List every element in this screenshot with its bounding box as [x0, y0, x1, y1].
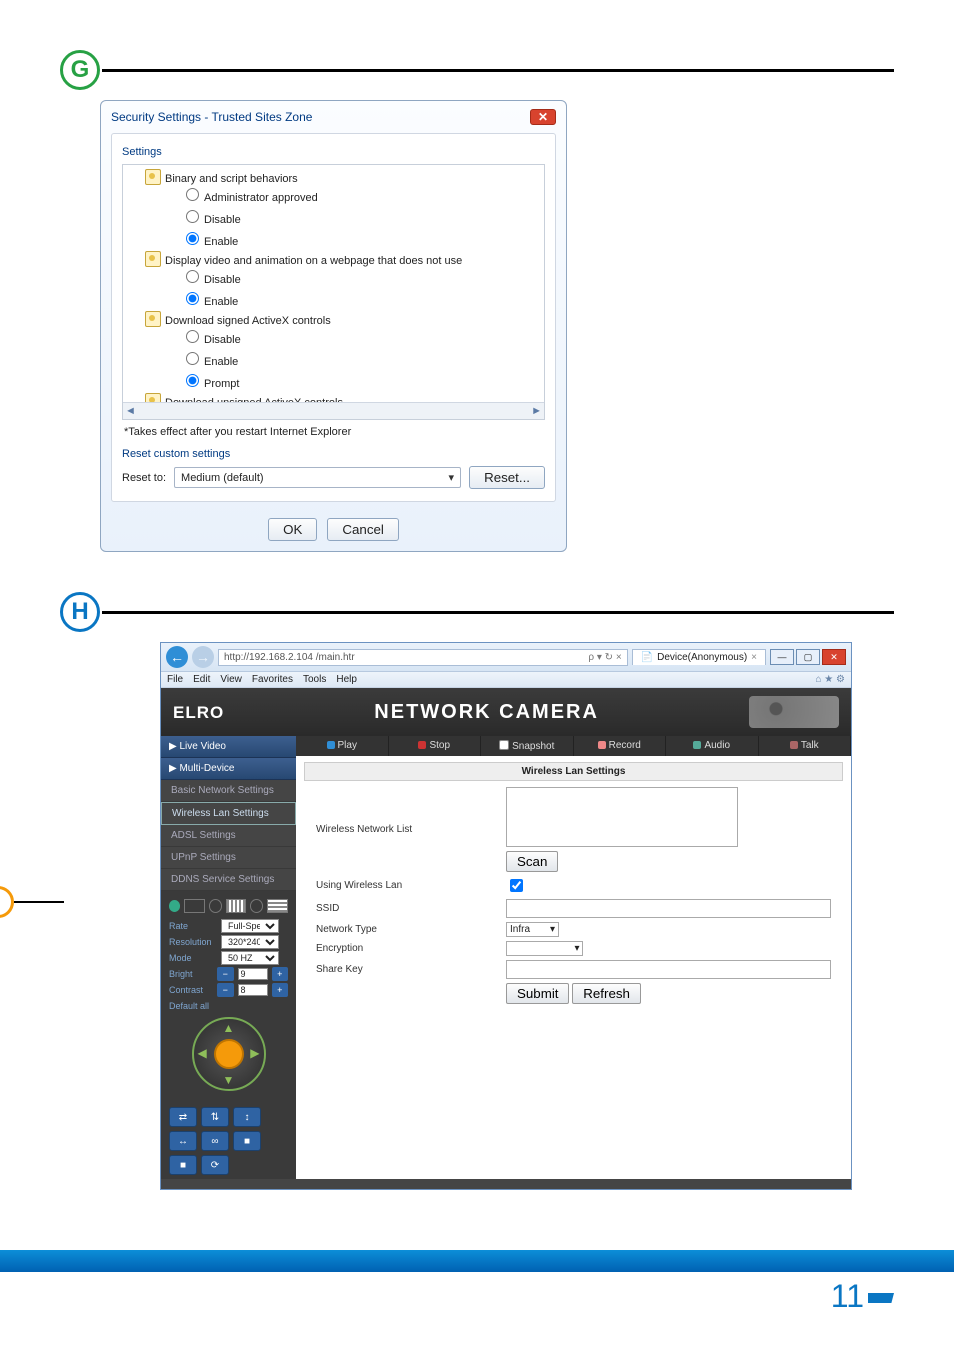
restart-note: *Takes effect after you restart Internet… — [124, 426, 543, 438]
activex-icon — [145, 311, 161, 327]
reset-level-select[interactable]: Medium (default)▾ — [174, 467, 461, 488]
section-marker-g: G — [60, 50, 100, 90]
page-title: NETWORK CAMERA — [374, 702, 599, 722]
encryption-select[interactable]: ▾ — [506, 941, 583, 956]
browser-tab[interactable]: 📄 Device(Anonymous) × — [632, 649, 766, 665]
section-rule — [102, 611, 894, 614]
section-rule — [102, 69, 894, 72]
horizontal-scrollbar[interactable]: ◄► — [123, 402, 544, 419]
chevron-down-icon: ▾ — [449, 471, 455, 484]
minus-icon[interactable]: − — [217, 967, 234, 981]
ssid-input[interactable] — [506, 899, 831, 918]
record-button[interactable]: Record — [574, 736, 667, 756]
default-all-link[interactable]: Default all — [169, 1001, 288, 1011]
contrast-input[interactable] — [238, 984, 268, 996]
settings-tree[interactable]: Binary and script behaviors Administrato… — [122, 164, 545, 420]
resolution-select[interactable]: 320*240 — [221, 935, 279, 949]
security-settings-dialog: Security Settings - Trusted Sites Zone ✕… — [100, 100, 567, 552]
network-type-select[interactable]: Infra▾ — [506, 922, 559, 937]
reset-to-label: Reset to: — [122, 472, 166, 484]
footer-bar — [0, 1250, 954, 1272]
close-icon[interactable]: ✕ — [530, 109, 556, 125]
play-button[interactable]: Play — [296, 736, 389, 756]
patrol-h-icon[interactable]: ↔ — [169, 1131, 197, 1151]
sidebar-item-ddns[interactable]: DDNS Service Settings — [161, 869, 296, 891]
flip-v-icon[interactable]: ⇅ — [201, 1107, 229, 1127]
stop-button[interactable]: Stop — [389, 736, 482, 756]
close-tab-icon[interactable]: × — [751, 652, 757, 663]
reset-group-label: Reset custom settings — [122, 448, 545, 460]
address-bar[interactable]: http://192.168.2.104 /main.htr ρ ▾ ↻ × — [218, 649, 628, 666]
sidebar-item-multi-device[interactable]: ▶ Multi-Device — [161, 758, 296, 780]
maximize-icon[interactable]: ▢ — [796, 649, 820, 665]
bright-input[interactable] — [238, 968, 268, 980]
mode-select[interactable]: 50 HZ — [221, 951, 279, 965]
minimize-icon[interactable]: — — [770, 649, 794, 665]
snapshot-button[interactable]: Snapshot — [481, 736, 574, 756]
ptz-center-icon[interactable] — [214, 1039, 244, 1069]
share-key-input[interactable] — [506, 960, 831, 979]
activex-icon — [145, 169, 161, 185]
ptz-control[interactable]: ▲ ▼ ◀ ▶ — [192, 1017, 266, 1091]
flip-h-icon[interactable]: ⇄ — [169, 1107, 197, 1127]
audio-button[interactable]: Audio — [666, 736, 759, 756]
close-icon[interactable]: ✕ — [822, 649, 846, 665]
panel-title: Wireless Lan Settings — [304, 762, 843, 781]
loop-icon[interactable]: ∞ — [201, 1131, 229, 1151]
menu-bar[interactable]: FileEditViewFavoritesToolsHelp — [161, 672, 373, 687]
talk-button[interactable]: Talk — [759, 736, 852, 756]
io-icon[interactable]: ↕ — [233, 1107, 261, 1127]
dialog-title: Security Settings - Trusted Sites Zone — [111, 110, 312, 124]
page-number: 11 — [0, 1272, 954, 1315]
refresh-button[interactable]: Refresh — [572, 983, 641, 1004]
settings-group-label: Settings — [122, 146, 545, 158]
ok-button[interactable]: OK — [268, 518, 317, 541]
callout-line — [14, 901, 64, 903]
rate-select[interactable]: Full-Speed — [221, 919, 279, 933]
callout-marker: ! — [0, 886, 14, 918]
toolbar-icons[interactable]: ⌂ ★ ⚙ — [809, 672, 851, 687]
scan-button[interactable]: Scan — [506, 851, 558, 872]
plus-icon[interactable]: + — [272, 967, 289, 981]
section-marker-h: H — [60, 592, 100, 632]
submit-button[interactable]: Submit — [506, 983, 569, 1004]
wireless-network-list[interactable] — [506, 787, 738, 847]
back-button[interactable]: ← — [166, 646, 188, 668]
sidebar-item-live-video[interactable]: ▶ Live Video — [161, 736, 296, 758]
reset-button[interactable]: Reset... — [469, 466, 545, 489]
browser-window: ← → http://192.168.2.104 /main.htr ρ ▾ ↻… — [160, 642, 852, 1190]
sidebar-item-wireless-lan[interactable]: Wireless Lan Settings — [161, 802, 296, 825]
minus-icon[interactable]: − — [217, 983, 234, 997]
stop-icon[interactable]: ■ — [233, 1131, 261, 1151]
cancel-button[interactable]: Cancel — [327, 518, 399, 541]
sync-icon[interactable]: ⟳ — [201, 1155, 229, 1175]
sidebar-item-adsl[interactable]: ADSL Settings — [161, 825, 296, 847]
activex-icon — [145, 251, 161, 267]
stop2-icon[interactable]: ■ — [169, 1155, 197, 1175]
chevron-down-icon: ▾ — [574, 943, 579, 954]
sidebar-item-basic-network[interactable]: Basic Network Settings — [161, 780, 296, 802]
page-icon: 📄 — [641, 652, 653, 663]
camera-thumbnail — [749, 696, 839, 728]
sidebar-item-upnp[interactable]: UPnP Settings — [161, 847, 296, 869]
forward-button[interactable]: → — [192, 646, 214, 668]
plus-icon[interactable]: + — [272, 983, 289, 997]
brand-logo: ELRO — [173, 704, 224, 721]
chevron-down-icon: ▾ — [550, 924, 555, 935]
use-wireless-checkbox[interactable] — [510, 879, 523, 892]
